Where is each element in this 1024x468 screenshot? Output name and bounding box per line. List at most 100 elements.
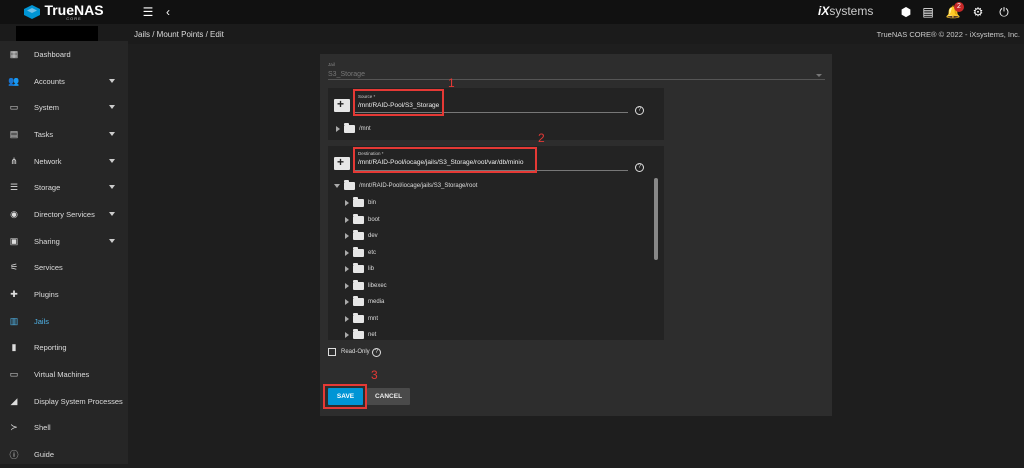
chevron-down-icon[interactable] <box>109 212 115 217</box>
sidebar-item-label: Display System Processes <box>34 396 123 406</box>
expand-arrow-icon[interactable] <box>345 282 349 289</box>
processes-icon: ◢ <box>10 395 18 406</box>
folder-icon <box>353 296 364 306</box>
tree-node-net[interactable]: net <box>345 329 376 339</box>
tree-node-mnt[interactable]: mnt <box>345 312 378 323</box>
chevron-down-icon[interactable] <box>109 132 115 137</box>
tree-node-label: boot <box>368 216 380 223</box>
back-icon[interactable]: ‹ <box>160 4 176 20</box>
sidebar-item-virtual-machines[interactable]: ▭ Virtual Machines <box>0 361 128 388</box>
expand-arrow-icon[interactable] <box>345 332 349 338</box>
tree-node-libexec[interactable]: libexec <box>345 279 387 290</box>
sidebar-item-system[interactable]: ▭ System <box>0 94 128 121</box>
tasks-icon[interactable]: ▤ <box>920 4 936 20</box>
sidebar-item-plugins[interactable]: ✚ Plugins <box>0 281 128 308</box>
expand-arrow-icon[interactable] <box>345 266 349 272</box>
sidebar-item-label: Accounts <box>34 76 65 86</box>
truenas-logo[interactable]: TrueNAS CORE <box>0 0 128 24</box>
collapse-arrow-icon[interactable] <box>334 184 340 188</box>
folder-icon <box>353 246 364 257</box>
copyright: TrueNAS CORE® © 2022 - iXsystems, Inc. <box>876 30 1020 39</box>
expand-arrow-icon[interactable] <box>345 200 349 206</box>
read-only-checkbox[interactable] <box>328 348 336 356</box>
dropdown-arrow-icon[interactable] <box>816 74 822 77</box>
dashboard-icon: ▦ <box>9 48 19 59</box>
shell-icon: ≻ <box>10 422 18 433</box>
power-icon[interactable]: ⏻ <box>996 4 1012 20</box>
tree-node-boot[interactable]: boot <box>345 213 380 224</box>
add-folder-icon[interactable] <box>334 155 350 170</box>
expand-arrow-icon[interactable] <box>345 315 349 322</box>
settings-icon[interactable]: ⚙ <box>970 4 986 20</box>
tree-node-label: media <box>368 299 385 305</box>
sidebar-item-label: Directory Services <box>34 209 95 219</box>
tree-node-label: libexec <box>368 282 387 289</box>
help-icon[interactable]: ? <box>372 348 381 357</box>
tree-scrollbar[interactable] <box>654 178 658 260</box>
sharing-icon: ▣ <box>9 235 19 246</box>
sidebar-item-accounts[interactable]: 👥 Accounts <box>0 68 128 95</box>
services-icon: ⚟ <box>9 262 19 273</box>
expand-arrow-icon[interactable] <box>345 233 349 239</box>
sidebar-item-shell[interactable]: ≻ Shell <box>0 415 128 442</box>
help-icon[interactable]: ? <box>635 163 644 172</box>
tree-node-media[interactable]: media <box>345 296 385 306</box>
sidebar-item-services[interactable]: ⚟ Services <box>0 255 128 282</box>
jail-select[interactable]: S3_Storage <box>328 71 365 78</box>
expand-arrow-icon[interactable] <box>336 126 340 132</box>
folder-icon <box>353 312 364 323</box>
sidebar-item-dashboard[interactable]: ▦ Dashboard <box>0 41 128 68</box>
tree-node-lib[interactable]: lib <box>345 263 374 273</box>
tree-node-label: /mnt/RAID-Pool/iocage/jails/S3_Storage/r… <box>359 183 478 189</box>
expand-arrow-icon[interactable] <box>345 299 349 305</box>
menu-icon[interactable]: ☰ <box>140 4 156 20</box>
folder-icon <box>353 213 364 224</box>
tree-node-dev[interactable]: dev <box>345 230 378 240</box>
sidebar-item-label: Services <box>34 263 63 273</box>
sidebar-item-storage[interactable]: ☰ Storage <box>0 174 128 201</box>
annotation-2: 2 <box>538 131 545 145</box>
ixsystems-logo[interactable]: iXsystems <box>818 4 873 18</box>
sidebar-item-label: Plugins <box>34 290 59 300</box>
destination-panel <box>328 146 664 340</box>
truecommand-icon[interactable]: ⬢ <box>898 4 914 20</box>
chevron-down-icon[interactable] <box>109 185 115 190</box>
tree-node-root[interactable]: /mnt/RAID-Pool/iocage/jails/S3_Storage/r… <box>334 180 478 190</box>
read-only-label: Read-Only <box>341 349 370 355</box>
sidebar-item-tasks[interactable]: ▤ Tasks <box>0 121 128 148</box>
sidebar-item-jails[interactable]: ▥ Jails <box>0 308 128 335</box>
folder-icon <box>344 180 355 190</box>
chevron-down-icon[interactable] <box>109 238 115 243</box>
breadcrumb: Jails / Mount Points / Edit <box>134 30 224 39</box>
tree-node-bin[interactable]: bin <box>345 197 376 207</box>
tasks-icon: ▤ <box>9 128 19 139</box>
chevron-down-icon[interactable] <box>109 78 115 83</box>
user-info <box>16 26 98 41</box>
expand-arrow-icon[interactable] <box>345 216 349 223</box>
chevron-down-icon[interactable] <box>109 158 115 163</box>
add-folder-icon[interactable] <box>334 97 350 112</box>
sidebar-item-label: Reporting <box>34 343 67 353</box>
folder-icon <box>353 329 364 339</box>
cancel-button[interactable]: CANCEL <box>367 388 410 405</box>
sidebar-item-network[interactable]: ⋔ Network <box>0 148 128 175</box>
sidebar-item-reporting[interactable]: ▮ Reporting <box>0 335 128 362</box>
sidebar-item-display-system-processes[interactable]: ◢ Display System Processes <box>0 388 128 415</box>
logo-text: TrueNAS <box>44 1 104 18</box>
sidebar-item-label: Guide <box>34 450 55 460</box>
guide-icon: ⓘ <box>9 450 19 461</box>
sidebar-item-sharing[interactable]: ▣ Sharing <box>0 228 128 255</box>
expand-arrow-icon[interactable] <box>345 249 349 256</box>
sidebar-item-label: System <box>34 103 60 113</box>
folder-icon <box>344 123 355 133</box>
tree-node-mnt[interactable]: /mnt <box>336 123 371 133</box>
storage-icon: ☰ <box>9 182 19 193</box>
jails-icon: ▥ <box>9 315 19 326</box>
sidebar-item-label: Jails <box>34 316 50 326</box>
chevron-down-icon[interactable] <box>109 105 115 110</box>
tree-node-etc[interactable]: etc <box>345 246 376 257</box>
tree-node-label: dev <box>368 233 378 239</box>
sidebar-item-directory-services[interactable]: ◉ Directory Services <box>0 201 128 228</box>
network-icon: ⋔ <box>10 155 18 166</box>
help-icon[interactable]: ? <box>635 106 644 115</box>
